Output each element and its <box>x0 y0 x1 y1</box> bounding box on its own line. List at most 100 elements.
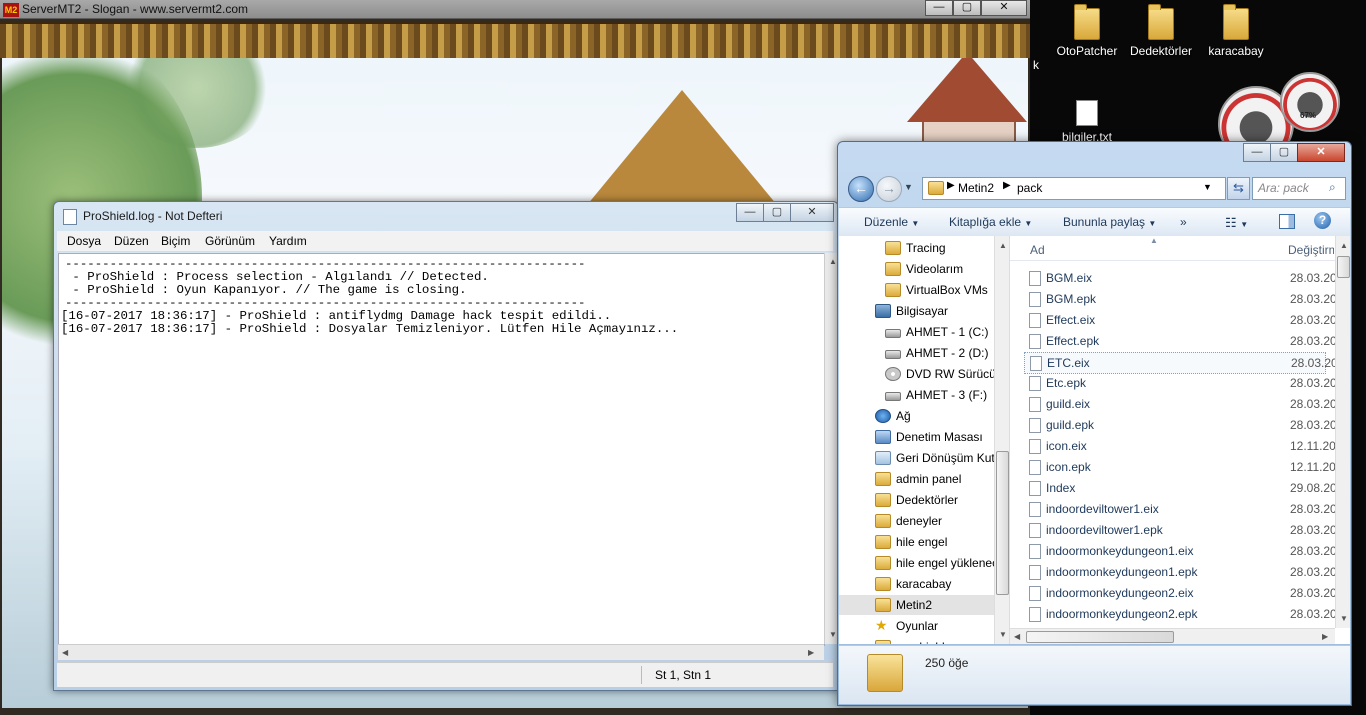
back-arrow-icon[interactable]: ← <box>848 176 874 202</box>
game-maximize-button[interactable]: ▢ <box>953 0 981 16</box>
nav-item-label: Tracing <box>906 241 946 255</box>
nav-item[interactable]: Videolarım <box>839 259 994 279</box>
menu-help[interactable]: Yardım <box>269 234 307 248</box>
view-options-icon[interactable]: ☷ ▼ <box>1225 215 1248 231</box>
nav-item[interactable]: hile engel <box>839 532 994 552</box>
file-row[interactable]: BGM.epk 28.03.2017 <box>1024 289 1350 309</box>
help-icon[interactable]: ? <box>1314 212 1331 229</box>
notepad-text-area[interactable]: ----------------------------------------… <box>58 253 825 646</box>
file-row[interactable]: indoormonkeydungeon1.eix 28.03.2017 <box>1024 541 1350 561</box>
scroll-right-arrow-icon[interactable]: ▶ <box>808 648 814 657</box>
notepad-horizontal-scrollbar[interactable]: ◀ ▶ <box>58 644 824 660</box>
explorer-maximize-button[interactable]: ▢ <box>1270 143 1298 162</box>
desktop-icon-bilgiler[interactable]: bilgiler.txt <box>1042 100 1132 142</box>
file-row[interactable]: Effect.eix 28.03.2017 <box>1024 310 1350 330</box>
file-name: indoormonkeydungeon1.epk <box>1046 565 1198 579</box>
file-row[interactable]: indoormonkeydungeon2.epk 28.03.2017 <box>1024 604 1350 624</box>
scroll-left-arrow-icon[interactable]: ◀ <box>1014 632 1020 641</box>
scroll-thumb[interactable] <box>1026 631 1174 643</box>
menu-file[interactable]: Dosya <box>67 234 101 248</box>
scroll-thumb[interactable] <box>996 451 1009 595</box>
nav-item[interactable]: VirtualBox VMs <box>839 280 994 300</box>
nav-item[interactable]: proshield <box>839 637 994 644</box>
nav-item[interactable]: deneyler <box>839 511 994 531</box>
address-bar[interactable]: ▶ Metin2 ▶ pack ▼ <box>922 177 1226 200</box>
explorer-close-button[interactable]: ✕ <box>1297 143 1345 162</box>
notepad-maximize-button[interactable]: ▢ <box>763 203 791 222</box>
nav-item[interactable]: DVD RW Sürücüsü <box>839 364 994 384</box>
game-close-button[interactable]: ✕ <box>981 0 1027 16</box>
search-box[interactable]: Ara: pack ⌕ <box>1252 177 1346 200</box>
game-minimize-button[interactable]: — <box>925 0 953 16</box>
nav-item[interactable]: hile engel yüklenecekler <box>839 553 994 573</box>
include-in-library-button[interactable]: Kitaplığa ekle ▼ <box>949 215 1032 229</box>
search-placeholder: Ara: pack <box>1258 181 1309 195</box>
folder-icon <box>1223 4 1249 40</box>
navigation-scrollbar[interactable]: ▲ ▼ <box>994 236 1009 644</box>
file-row[interactable]: Effect.epk 28.03.2017 <box>1024 331 1350 351</box>
share-with-button[interactable]: Bununla paylaş ▼ <box>1063 215 1156 229</box>
nav-item[interactable]: ★ Oyunlar <box>839 616 994 636</box>
breadcrumb-pack[interactable]: pack <box>1017 181 1042 195</box>
file-row[interactable]: indoordeviltower1.epk 28.03.2017 <box>1024 520 1350 540</box>
recent-pages-chevron-icon[interactable]: ▼ <box>904 182 913 192</box>
file-row[interactable]: guild.eix 28.03.2017 <box>1024 394 1350 414</box>
preview-pane-icon[interactable] <box>1279 214 1295 229</box>
scroll-up-arrow-icon[interactable]: ▲ <box>829 257 837 266</box>
file-row[interactable]: Etc.epk 28.03.2017 <box>1024 373 1350 393</box>
explorer-navigation-bar: ← → ▼ ▶ Metin2 ▶ pack ▼ ⇆ Ara: pack ⌕ <box>846 175 1346 203</box>
notepad-close-button[interactable]: ✕ <box>790 203 834 222</box>
desktop-icon-karacabay[interactable]: karacabay <box>1191 4 1281 58</box>
nav-item[interactable]: AHMET - 1 (C:) <box>839 322 994 342</box>
memory-meter-gadget[interactable]: 67% <box>1280 72 1340 132</box>
tower-roof <box>907 58 1027 122</box>
scroll-up-arrow-icon[interactable]: ▲ <box>1340 241 1348 250</box>
notepad-minimize-button[interactable]: — <box>736 203 764 222</box>
nav-item[interactable]: Denetim Masası <box>839 427 994 447</box>
nav-item[interactable]: Ağ <box>839 406 994 426</box>
nav-item[interactable]: Dedektörler <box>839 490 994 510</box>
explorer-minimize-button[interactable]: — <box>1243 143 1271 162</box>
file-list-horizontal-scrollbar[interactable]: ◀ ▶ <box>1010 628 1335 644</box>
dvd-icon <box>885 367 901 381</box>
file-row[interactable]: indoormonkeydungeon1.epk 28.03.2017 <box>1024 562 1350 582</box>
folder-icon <box>875 514 891 528</box>
forward-arrow-icon[interactable]: → <box>876 176 902 202</box>
refresh-icon[interactable]: ⇆ <box>1227 177 1250 200</box>
file-row[interactable]: icon.epk 12.11.2016 <box>1024 457 1349 477</box>
organize-button[interactable]: Düzenle ▼ <box>864 215 919 229</box>
more-commands-button[interactable]: » <box>1180 215 1187 229</box>
nav-item[interactable]: Bilgisayar <box>839 301 994 321</box>
nav-item[interactable]: Metin2 <box>839 595 994 615</box>
nav-item-label: karacabay <box>896 577 952 591</box>
file-row[interactable]: icon.eix 12.11.2016 <box>1024 436 1349 456</box>
scroll-up-arrow-icon[interactable]: ▲ <box>999 241 1007 250</box>
file-row[interactable]: indoordeviltower1.eix 28.03.2017 <box>1024 499 1350 519</box>
column-header-name[interactable]: Ad <box>1030 243 1045 257</box>
nav-item[interactable]: Tracing <box>839 238 994 258</box>
nav-item[interactable]: admin panel <box>839 469 994 489</box>
file-row[interactable]: indoormonkeydungeon2.eix 28.03.2017 <box>1024 583 1350 603</box>
scroll-left-arrow-icon[interactable]: ◀ <box>62 648 68 657</box>
nav-item[interactable]: karacabay <box>839 574 994 594</box>
scroll-down-arrow-icon[interactable]: ▼ <box>1340 614 1348 623</box>
scroll-down-arrow-icon[interactable]: ▼ <box>999 630 1007 639</box>
search-icon[interactable]: ⌕ <box>1329 180 1336 195</box>
file-row[interactable]: Index 29.08.2016 <box>1024 478 1350 498</box>
scroll-right-arrow-icon[interactable]: ▶ <box>1322 632 1328 641</box>
nav-item[interactable]: AHMET - 2 (D:) <box>839 343 994 363</box>
scroll-down-arrow-icon[interactable]: ▼ <box>829 630 837 639</box>
menu-format[interactable]: Biçim <box>161 234 190 248</box>
address-dropdown-icon[interactable]: ▼ <box>1203 182 1212 192</box>
file-row[interactable]: guild.epk 28.03.2017 <box>1024 415 1350 435</box>
file-row[interactable]: BGM.eix 28.03.2017 <box>1024 268 1350 288</box>
scroll-thumb[interactable] <box>1337 256 1350 278</box>
nav-item[interactable]: AHMET - 3 (F:) <box>839 385 994 405</box>
column-header-modified[interactable]: Değiştirme tarihi <box>1288 243 1334 257</box>
breadcrumb-metin2[interactable]: Metin2 <box>958 181 994 195</box>
menu-edit[interactable]: Düzen <box>114 234 149 248</box>
file-list-vertical-scrollbar[interactable]: ▲ ▼ <box>1335 236 1350 628</box>
menu-view[interactable]: Görünüm <box>205 234 255 248</box>
nav-item[interactable]: Geri Dönüşüm Kutusu <box>839 448 994 468</box>
file-row[interactable]: ETC.eix 28.03.2017 <box>1024 352 1350 374</box>
